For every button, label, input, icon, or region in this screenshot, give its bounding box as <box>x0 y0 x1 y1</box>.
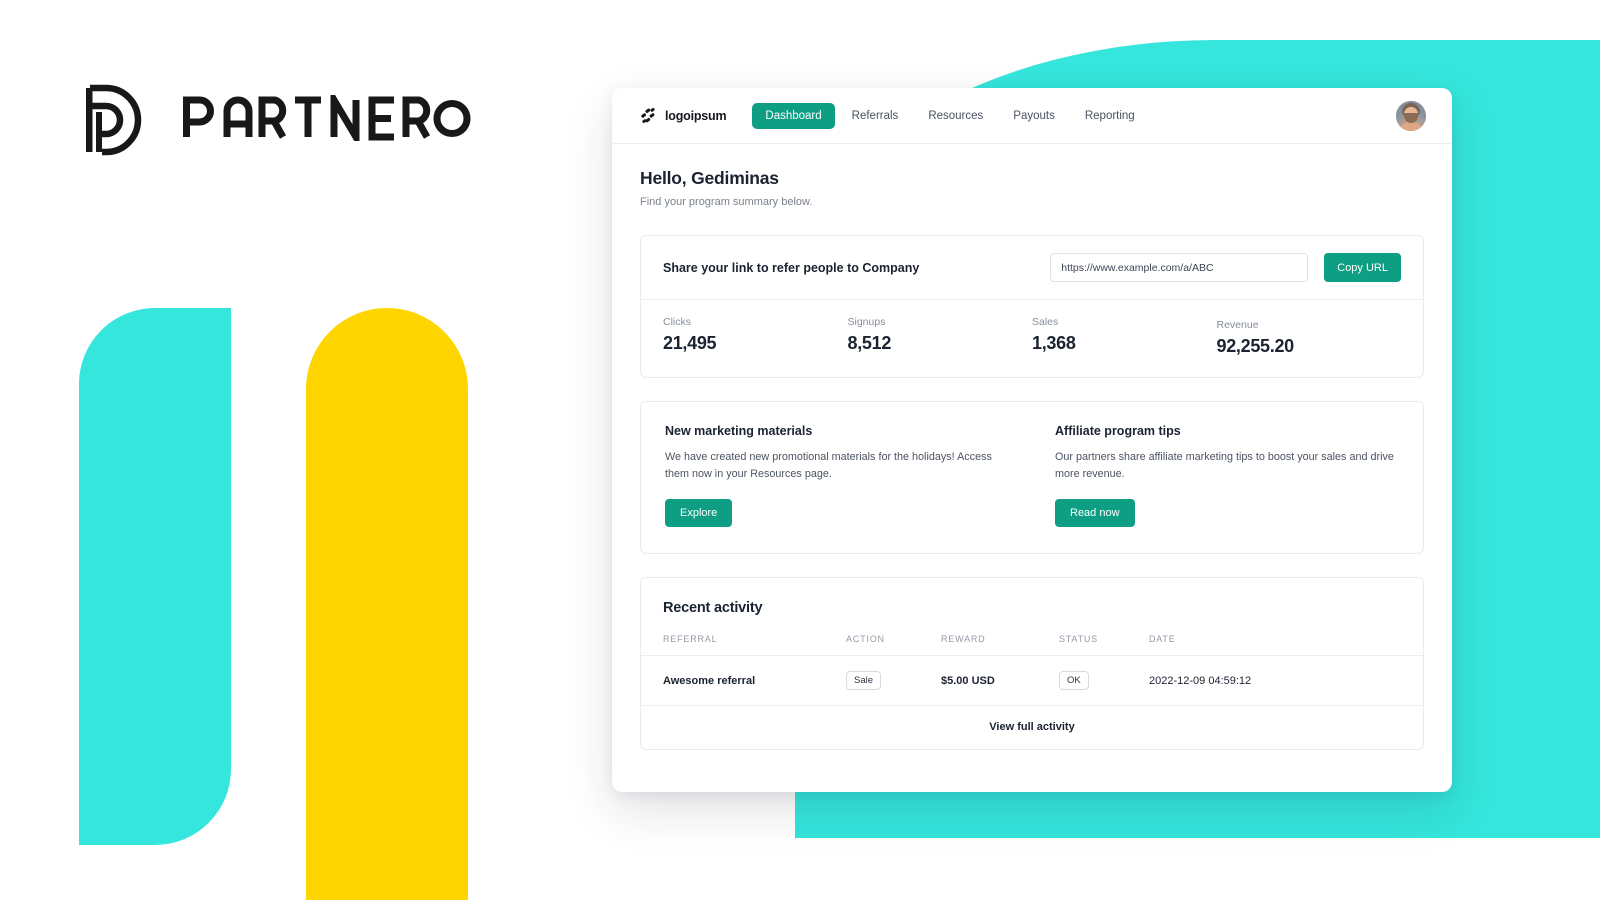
cell-action: Sale <box>846 656 941 706</box>
column-header-referral: REFERRAL <box>663 634 718 645</box>
stat-value-revenue: 92,255.20 <box>1216 336 1295 356</box>
explore-button[interactable]: Explore <box>665 499 733 528</box>
stat-sales: Sales 1,368 <box>1032 316 1217 357</box>
avatar[interactable] <box>1396 100 1426 131</box>
activity-table-head: REFERRAL ACTION REWARD STATUS DATE <box>641 634 1423 656</box>
nav-item-dashboard[interactable]: Dashboard <box>752 102 835 129</box>
stat-label-revenue: Revenue <box>1216 319 1259 331</box>
cyan-decorative-shape <box>79 308 231 845</box>
stat-signups: Signups 8,512 <box>848 316 1033 357</box>
read-now-button[interactable]: Read now <box>1055 499 1135 528</box>
logoipsum-dots-icon <box>640 107 658 125</box>
promo-title-tips: Affiliate program tips <box>1055 424 1181 438</box>
nav-item-reporting[interactable]: Reporting <box>1072 103 1148 129</box>
stat-label-clicks: Clicks <box>663 316 691 328</box>
cell-reward: $5.00 USD <box>941 674 995 687</box>
promo-title-marketing: New marketing materials <box>665 424 813 438</box>
yellow-decorative-shape <box>306 308 468 900</box>
partnero-brand-logo <box>78 82 472 158</box>
promo-panel: New marketing materials We have created … <box>640 401 1424 555</box>
recent-activity-panel: Recent activity REFERRAL ACTION REWARD S… <box>640 577 1424 751</box>
share-link-label: Share your link to refer people to Compa… <box>663 260 920 275</box>
logoipsum-wordmark: logoipsum <box>665 108 727 123</box>
column-header-status: STATUS <box>1059 634 1098 645</box>
avatar-beard <box>1404 112 1418 123</box>
stat-label-sales: Sales <box>1032 316 1059 328</box>
promo-text-tips: Our partners share affiliate marketing t… <box>1055 451 1394 480</box>
stat-revenue: Revenue 92,255.20 <box>1217 316 1402 357</box>
stat-label-signups: Signups <box>847 316 886 328</box>
logoipsum-logo[interactable]: logoipsum <box>640 107 727 125</box>
cell-referral: Awesome referral <box>663 674 756 687</box>
recent-activity-title: Recent activity <box>663 600 763 617</box>
nav-item-payouts[interactable]: Payouts <box>1000 103 1068 129</box>
app-header: logoipsum Dashboard Referrals Resources … <box>612 88 1452 144</box>
stat-value-sales: 1,368 <box>1032 333 1076 353</box>
main-navigation: Dashboard Referrals Resources Payouts Re… <box>752 102 1148 129</box>
copy-url-button[interactable]: Copy URL <box>1324 253 1401 282</box>
partnero-p-mark-icon <box>78 82 154 158</box>
view-full-activity-link[interactable]: View full activity <box>641 706 1423 749</box>
stats-row: Clicks 21,495 Signups 8,512 Sales 1,368 … <box>641 300 1423 377</box>
share-link-panel: Share your link to refer people to Compa… <box>640 235 1424 378</box>
app-body: Hello, Gediminas Find your program summa… <box>612 144 1452 792</box>
page-subtitle: Find your program summary below. <box>640 196 813 208</box>
nav-item-resources[interactable]: Resources <box>915 103 996 129</box>
nav-item-referrals[interactable]: Referrals <box>839 103 912 129</box>
action-badge: Sale <box>846 671 882 691</box>
cell-status: OK <box>1059 656 1149 706</box>
stat-value-signups: 8,512 <box>847 333 892 353</box>
stat-value-clicks: 21,495 <box>663 333 717 353</box>
column-header-action: ACTION <box>846 634 885 645</box>
stat-clicks: Clicks 21,495 <box>663 316 848 357</box>
page-title: Hello, Gediminas <box>640 168 779 188</box>
status-badge: OK <box>1059 671 1089 691</box>
activity-header-row: REFERRAL ACTION REWARD STATUS DATE <box>641 634 1423 656</box>
column-header-reward: REWARD <box>941 634 986 645</box>
referral-url-input[interactable] <box>1050 253 1309 282</box>
poster-canvas: logoipsum Dashboard Referrals Resources … <box>0 0 1600 900</box>
dashboard-app-window: logoipsum Dashboard Referrals Resources … <box>612 88 1452 792</box>
share-link-row: Share your link to refer people to Compa… <box>641 236 1423 299</box>
table-row[interactable]: Awesome referral Sale $5.00 USD OK 2022-… <box>641 656 1423 706</box>
promo-card-tips: Affiliate program tips Our partners shar… <box>1033 402 1423 553</box>
activity-table-body: Awesome referral Sale $5.00 USD OK 2022-… <box>641 656 1423 706</box>
promo-text-marketing: We have created new promotional material… <box>665 451 992 480</box>
column-header-date: DATE <box>1149 634 1176 645</box>
promo-card-marketing: New marketing materials We have created … <box>641 402 1033 553</box>
partnero-wordmark <box>182 86 472 150</box>
cell-date: 2022-12-09 04:59:12 <box>1149 674 1252 687</box>
activity-table: REFERRAL ACTION REWARD STATUS DATE Aweso… <box>641 634 1423 706</box>
